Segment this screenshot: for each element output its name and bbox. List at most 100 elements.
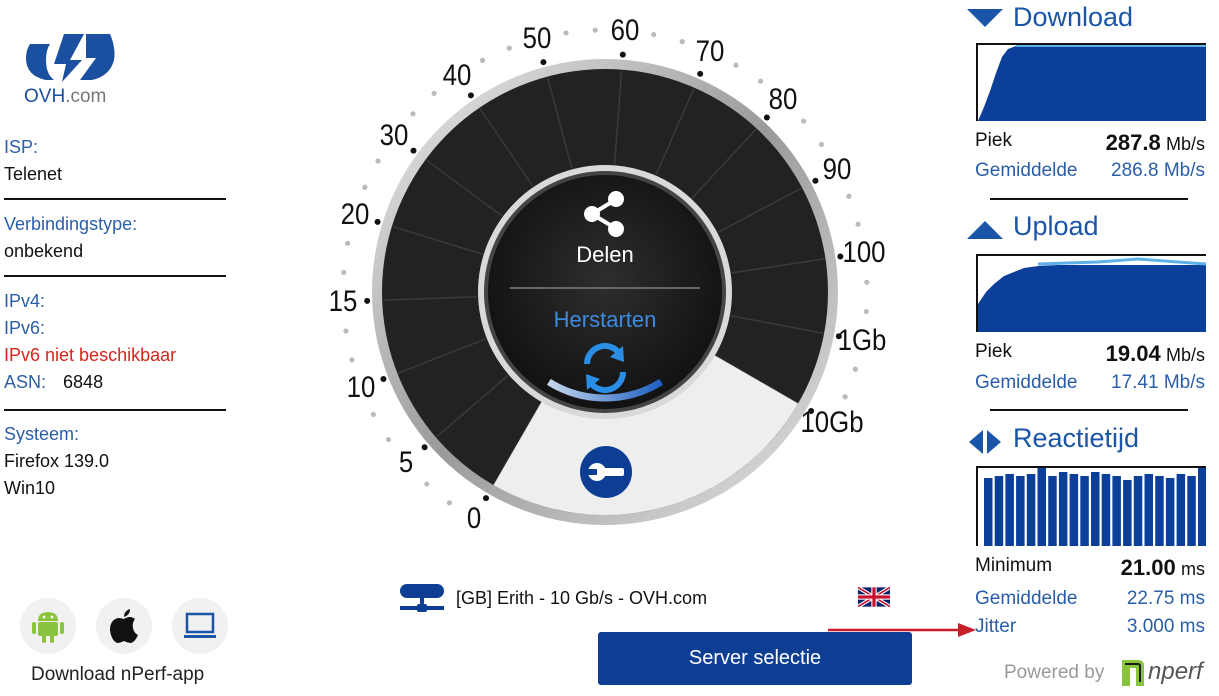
connection-type-value: onbekend [4,241,84,261]
download-peak-row: Piek 287.8 Mb/s [975,130,1205,156]
system-label: Systeem: [4,424,80,444]
gauge-dot [341,269,347,276]
gauge-tick-marker [364,297,371,304]
gauge-dot [651,31,657,38]
gauge-tick-marker [374,218,381,225]
gauge-tick-marker [467,92,474,99]
latency-bar [1198,468,1206,546]
powered-by-label: Powered by [1004,662,1105,683]
gauge-scale-label: 15 [328,284,358,318]
upload-graph [976,254,1206,332]
gauge-dot [343,328,349,334]
latency-bar [994,476,1004,546]
latency-graph-plot [984,468,1206,546]
latency-bar [1005,474,1014,546]
gauge-tick-marker [540,59,547,66]
settings-button[interactable] [580,446,632,498]
asn-row: ASN: 6848 [4,369,226,396]
divider [990,409,1188,411]
gauge-scale-label: 30 [379,119,409,153]
latency-bar [1123,480,1132,546]
latency-bar [1133,476,1143,546]
desktop-app-button[interactable] [172,598,228,654]
latency-bar [1069,474,1079,546]
download-peak-value: 287.8 [1105,130,1161,155]
latency-average-value: 22.75 ms [1126,588,1205,609]
latency-bar [1058,472,1068,546]
upload-average-row: Gemiddelde 17.41 Mb/s [975,372,1205,398]
ovh-logo-icon [26,34,115,82]
speed-gauge: 0 5 10 15 20 30 40 50 60 70 80 90 100 1Gb 10Gb [328,10,887,565]
latency-bar [984,478,993,546]
jitter-label: Jitter [975,616,1017,637]
gauge-scale-label: 90 [822,152,851,186]
gauge-dot [863,308,869,315]
gauge-dot [757,78,764,84]
divider [990,198,1188,200]
latency-minimum-label: Minimum [975,555,1053,576]
gauge-dot [410,111,416,117]
annotation-arrow [828,623,976,637]
upload-title: Upload [1013,211,1099,241]
latency-bar [1155,476,1164,546]
gauge-dot [592,27,598,33]
latency-bar [1176,474,1186,546]
gauge-scale-label: 20 [340,197,369,231]
divider [4,198,226,200]
connection-type-label: Verbindingstype: [4,214,138,234]
ipv6-status: IPv6 niet beschikbaar [4,345,177,365]
android-app-button[interactable] [20,598,76,654]
gauge-dot [864,279,870,285]
latency-bar [1048,476,1057,546]
gauge-dot [370,411,376,418]
gauge-dot [679,39,685,45]
jitter-value: 3.000 ms [1126,616,1205,637]
gauge-dot [344,240,351,246]
restart-label[interactable]: Herstarten [510,307,700,333]
gauge-scale-label: 60 [610,13,639,47]
upload-peak-label: Piek [975,341,1012,362]
upload-peak-value: 19.04 [1105,341,1161,366]
server-select-button[interactable]: Server selectie [598,632,912,685]
isp-section: ISP: Telenet [4,134,226,188]
ipv4-label: IPv4: [4,291,46,311]
gauge-dot [842,394,848,400]
apple-app-button[interactable] [96,598,152,654]
download-peak-unit: Mb/s [1165,134,1205,154]
ovh-logo-text: OVH.com [24,86,107,107]
gauge-scale-label: 5 [399,445,414,479]
gauge-dot [349,357,355,363]
gauge-dot [818,141,825,148]
isp-value: Telenet [4,164,63,184]
upload-average-value: 17.41 Mb/s [1111,372,1205,393]
share-label[interactable]: Delen [540,242,670,268]
gauge-dot [563,30,569,36]
ovh-logo: OVH.com [24,30,124,110]
latency-bar [1165,478,1175,546]
latency-bar [1080,476,1089,546]
download-average-value: 286.8 Mb/s [1111,160,1205,181]
browser-value: Firefox 139.0 [4,451,110,471]
upload-arrow-icon [967,221,1003,239]
gauge-scale-label: 10Gb [800,406,864,439]
latency-bar [1187,476,1196,546]
app-downloads [20,598,230,658]
gauge-dot [375,158,381,164]
server-info[interactable]: [GB] Erith - 10 Gb/s - OVH.com [394,578,892,620]
gauge-dot [424,481,430,487]
gauge-scale-label: 1Gb [838,323,887,357]
latency-average-label: Gemiddelde [975,588,1078,609]
gauge-dot [385,436,392,443]
latency-bar [1144,474,1153,546]
latency-bar [1016,476,1025,546]
gauge-dot [362,184,368,190]
asn-label: ASN: [4,372,47,392]
ipv6-label: IPv6: [4,318,46,338]
upload-graph-plot [978,256,1206,332]
divider [4,275,226,277]
ip-section: IPv4: IPv6: IPv6 niet beschikbaar ASN: 6… [4,288,226,396]
gauge-tick-marker [421,444,428,451]
download-arrow-icon [967,9,1003,27]
gauge-dot [733,62,739,68]
latency-minimum-value: 21.00 [1120,555,1176,580]
